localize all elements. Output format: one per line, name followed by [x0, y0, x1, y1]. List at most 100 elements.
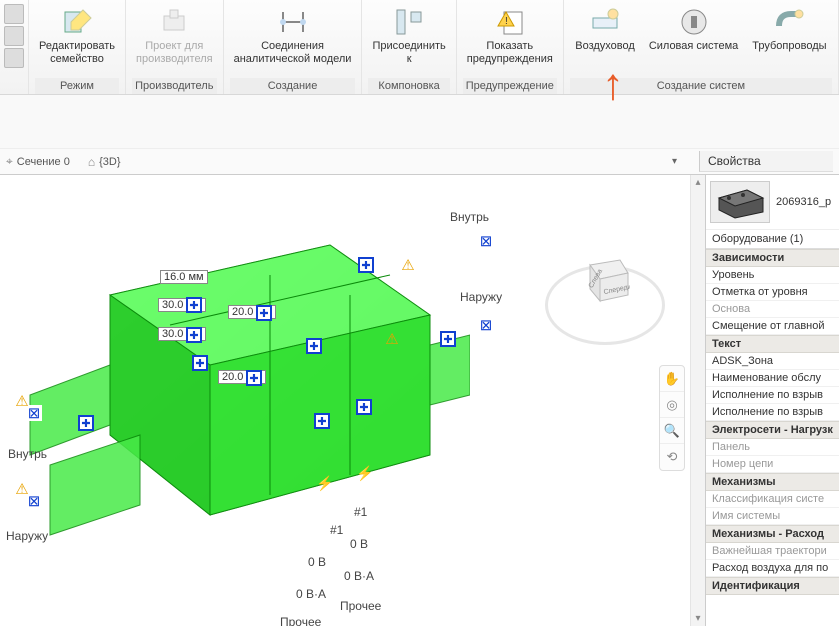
edit-family-label2: семейство: [50, 53, 104, 66]
props-row[interactable]: Исполнение по взрыв: [706, 404, 839, 421]
connector-3[interactable]: [256, 305, 272, 321]
props-row[interactable]: Исполнение по взрыв: [706, 387, 839, 404]
warning-icon-4[interactable]: [14, 481, 30, 497]
manufacturer-project-button: Проект для производителя: [132, 4, 217, 78]
connector-4[interactable]: [246, 370, 262, 386]
props-row[interactable]: Классификация систе: [706, 491, 839, 508]
label-inside-top: Внутрь: [450, 210, 489, 224]
connector-1[interactable]: [186, 297, 202, 313]
ribbon-group-create: Соединения аналитической модели Создание: [224, 0, 363, 94]
props-row[interactable]: Основа: [706, 301, 839, 318]
props-row[interactable]: Панель: [706, 439, 839, 456]
props-section-head[interactable]: Механизмы: [706, 473, 839, 491]
view-tab-overflow[interactable]: ▾: [668, 156, 681, 167]
ribbon-group-mode: Редактировать семейство Режим: [29, 0, 126, 94]
connector-6[interactable]: [306, 338, 322, 354]
properties-thumbnail: [710, 181, 770, 223]
connector-10[interactable]: [356, 399, 372, 415]
workspace: 16.0 мм 30.0 мм 30.0 мм 20.0 мм 20.0 мм …: [0, 175, 839, 626]
props-row[interactable]: Номер цепи: [706, 456, 839, 473]
elec-va-2: 0 В·А: [296, 587, 326, 601]
pipe-system-button[interactable]: Трубопроводы: [748, 4, 830, 78]
ribbon-group-layout-label: Компоновка: [368, 78, 449, 94]
edit-family-label1: Редактировать: [39, 40, 115, 53]
props-row[interactable]: Отметка от уровня: [706, 284, 839, 301]
connector-cross-2[interactable]: [478, 317, 494, 333]
elec-voltage-2: 0 В: [308, 555, 326, 569]
edit-family-button[interactable]: Редактировать семейство: [35, 4, 119, 78]
ribbon-group-systems: Воздуховод Силовая система Трубопроводы …: [564, 0, 839, 94]
properties-family-type: 2069316_р: [776, 196, 831, 208]
ribbon-group-systems-label: Создание систем: [570, 78, 832, 94]
elec-voltage-1: 0 В: [350, 537, 368, 551]
analytical-connections-button[interactable]: Соединения аналитической модели: [230, 4, 356, 78]
quick-tool-3[interactable]: [4, 48, 24, 68]
attach-to-button[interactable]: Присоединить к: [368, 4, 449, 78]
power-system-icon: [678, 6, 710, 38]
scroll-up[interactable]: ▴: [691, 175, 705, 190]
analytical-connections-label2: аналитической модели: [234, 53, 352, 66]
props-section-head[interactable]: Зависимости: [706, 249, 839, 267]
elec-other-2: Прочее: [280, 615, 321, 626]
warning-icon-2[interactable]: [384, 331, 400, 347]
viewport-3d[interactable]: 16.0 мм 30.0 мм 30.0 мм 20.0 мм 20.0 мм …: [0, 175, 705, 626]
bolt-icon-1: ⚡: [316, 475, 333, 492]
properties-type-selector[interactable]: 2069316_р: [706, 175, 839, 230]
connector-cross-1[interactable]: [478, 233, 494, 249]
view-tab-3d[interactable]: ⌂ {3D}: [88, 155, 121, 169]
props-section-head[interactable]: Текст: [706, 335, 839, 353]
ribbon: Редактировать семейство Режим Проект для…: [0, 0, 839, 95]
props-row[interactable]: ADSK_Зона: [706, 353, 839, 370]
viewport-scrollbar[interactable]: ▴ ▾: [690, 175, 705, 626]
props-row[interactable]: Наименование обслу: [706, 370, 839, 387]
analytical-connections-icon: [277, 6, 309, 38]
nav-pan[interactable]: ✋: [660, 366, 684, 392]
scroll-down[interactable]: ▾: [691, 611, 705, 626]
home-icon: ⌂: [88, 155, 95, 169]
connector-11[interactable]: [78, 415, 94, 431]
power-system-button[interactable]: Силовая система: [645, 4, 742, 78]
props-row[interactable]: Важнейшая траектори: [706, 543, 839, 560]
props-row[interactable]: Имя системы: [706, 508, 839, 525]
props-row[interactable]: Расход воздуха для по: [706, 560, 839, 577]
pipe-system-label: Трубопроводы: [752, 40, 826, 53]
show-warnings-button[interactable]: ! Показать предупреждения: [463, 4, 557, 78]
warning-icon-3[interactable]: [14, 393, 30, 409]
connector-9[interactable]: [314, 413, 330, 429]
ribbon-group-mode-label: Режим: [35, 78, 119, 94]
view-tab-bar: ⌖ Сечение 0 ⌂ {3D} ▾ Свойства: [0, 149, 839, 175]
props-section-head[interactable]: Идентификация: [706, 577, 839, 595]
connector-5[interactable]: [192, 355, 208, 371]
nav-wheel[interactable]: ◎: [660, 392, 684, 418]
show-warnings-icon: !: [494, 6, 526, 38]
analytical-connections-label1: Соединения: [261, 40, 324, 53]
ribbon-group-manufacturer-label: Производитель: [132, 78, 217, 94]
properties-title: Свойства: [699, 151, 833, 172]
quick-tool-1[interactable]: [4, 4, 24, 24]
props-section-head[interactable]: Электросети - Нагрузк: [706, 421, 839, 439]
nav-zoom[interactable]: 🔍: [660, 418, 684, 444]
view-tab-section[interactable]: ⌖ Сечение 0: [6, 154, 70, 169]
attach-to-label2: к: [407, 53, 412, 66]
label-outside-left: Наружу: [6, 529, 48, 543]
nav-orbit[interactable]: ⟲: [660, 444, 684, 470]
pipe-system-icon: [773, 6, 805, 38]
connector-2[interactable]: [186, 327, 202, 343]
dimension-tag-1[interactable]: 16.0 мм: [160, 270, 208, 284]
bolt-icon-2: ⚡: [356, 465, 373, 482]
props-section-head[interactable]: Механизмы - Расход: [706, 525, 839, 543]
elec-va-1: 0 В·А: [344, 569, 374, 583]
viewcube-cube[interactable]: Слева Спереди: [580, 255, 630, 305]
manufacturer-project-icon: [158, 6, 190, 38]
elec-circuit-2: #1: [330, 523, 343, 537]
ribbon-group-create-label: Создание: [230, 78, 356, 94]
quick-tool-2[interactable]: [4, 26, 24, 46]
warning-icon-1[interactable]: [400, 257, 416, 273]
viewcube[interactable]: Слева Спереди: [545, 255, 665, 355]
properties-instance-count[interactable]: Оборудование (1): [706, 230, 839, 249]
duct-system-button[interactable]: Воздуховод: [571, 4, 639, 78]
props-row[interactable]: Уровень: [706, 267, 839, 284]
connector-8[interactable]: [440, 331, 456, 347]
connector-7[interactable]: [358, 257, 374, 273]
props-row[interactable]: Смещение от главной: [706, 318, 839, 335]
